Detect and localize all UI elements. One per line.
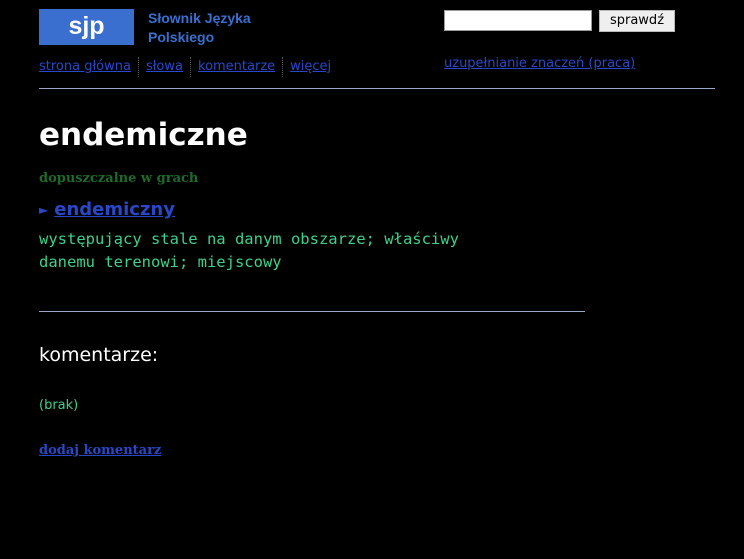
header-divider — [39, 88, 715, 89]
site-title-line1: Słownik Języka — [148, 10, 251, 26]
lemma-link[interactable]: endemiczny — [54, 198, 175, 222]
check-button[interactable]: sprawdź — [599, 10, 675, 32]
nav-link-more[interactable]: więcej — [282, 57, 338, 77]
comments-empty-text: (brak) — [39, 398, 79, 413]
nav-link-home[interactable]: strona główna — [39, 57, 138, 77]
meanings-work-link[interactable]: uzupełnianie znaczeń (praca) — [444, 54, 635, 74]
nav-link-comments[interactable]: komentarze — [190, 57, 282, 77]
search-input[interactable] — [444, 10, 592, 31]
comments-heading: komentarze: — [39, 344, 159, 366]
site-title[interactable]: Słownik Języka Polskiego — [148, 9, 298, 47]
site-logo[interactable]: sjp — [39, 9, 134, 45]
main-nav: strona główna słowa komentarze więcej — [39, 57, 338, 77]
definition-text: występujący stale na danym obszarze; wła… — [39, 230, 459, 271]
site-title-line2: Polskiego — [148, 29, 215, 45]
game-status-badge: dopuszczalne w grach — [39, 171, 199, 186]
section-divider — [39, 311, 585, 312]
entry-title: endemiczne — [39, 117, 248, 153]
lemma-row: ► endemiczny — [39, 198, 175, 222]
nav-link-words[interactable]: słowa — [137, 57, 190, 77]
add-comment-link[interactable]: dodaj komentarz — [39, 441, 161, 461]
triangle-right-icon: ► — [39, 203, 49, 217]
